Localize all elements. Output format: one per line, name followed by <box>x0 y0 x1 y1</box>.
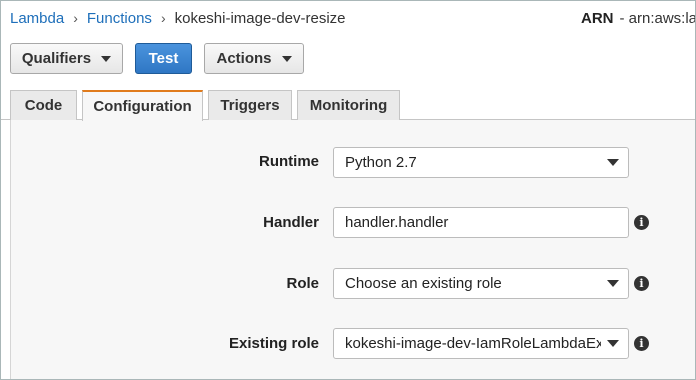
breadcrumb: Lambda › Functions › kokeshi-image-dev-r… <box>10 8 346 28</box>
arn-label: ARN <box>581 9 614 27</box>
info-icon[interactable]: i <box>634 336 649 351</box>
caret-down-icon <box>607 280 619 287</box>
tab-monitoring[interactable]: Monitoring <box>297 90 400 120</box>
runtime-value: Python 2.7 <box>345 154 417 171</box>
caret-down-icon <box>101 55 112 62</box>
tab-triggers[interactable]: Triggers <box>208 90 292 120</box>
actions-button[interactable]: Actions <box>204 43 304 74</box>
existing-role-value: kokeshi-image-dev-IamRoleLambdaExecution <box>345 335 601 352</box>
tab-code[interactable]: Code <box>10 90 77 120</box>
actions-button-label: Actions <box>216 50 272 67</box>
existing-role-label: Existing role <box>228 335 319 352</box>
breadcrumb-separator: › <box>160 10 166 26</box>
handler-label: Handler <box>263 214 319 231</box>
info-icon[interactable]: i <box>634 215 649 230</box>
breadcrumb-current-function: kokeshi-image-dev-resize <box>174 9 346 27</box>
test-button-label: Test <box>148 50 179 67</box>
arn-display: ARN - arn:aws:lam <box>581 8 696 28</box>
caret-down-icon <box>607 159 619 166</box>
existing-role-select[interactable]: kokeshi-image-dev-IamRoleLambdaExecution <box>333 328 629 359</box>
handler-input[interactable]: handler.handler <box>333 207 629 238</box>
caret-down-icon <box>281 55 292 62</box>
qualifiers-button-label: Qualifiers <box>21 50 92 67</box>
role-select[interactable]: Choose an existing role <box>333 268 629 299</box>
role-label: Role <box>286 275 319 292</box>
runtime-label: Runtime <box>259 153 319 170</box>
qualifiers-button[interactable]: Qualifiers <box>10 43 123 74</box>
caret-down-icon <box>607 340 619 347</box>
breadcrumb-lambda-link[interactable]: Lambda <box>10 10 64 27</box>
tab-configuration[interactable]: Configuration <box>82 90 203 121</box>
arn-value: - arn:aws:lam <box>619 9 696 27</box>
info-icon[interactable]: i <box>634 276 649 291</box>
handler-value: handler.handler <box>345 214 449 231</box>
lambda-console-window: Lambda › Functions › kokeshi-image-dev-r… <box>0 0 696 380</box>
test-button[interactable]: Test <box>135 43 192 74</box>
breadcrumb-separator: › <box>73 10 78 26</box>
breadcrumb-functions-link[interactable]: Functions <box>87 10 152 27</box>
runtime-select[interactable]: Python 2.7 <box>333 147 629 178</box>
role-value: Choose an existing role <box>345 275 502 292</box>
